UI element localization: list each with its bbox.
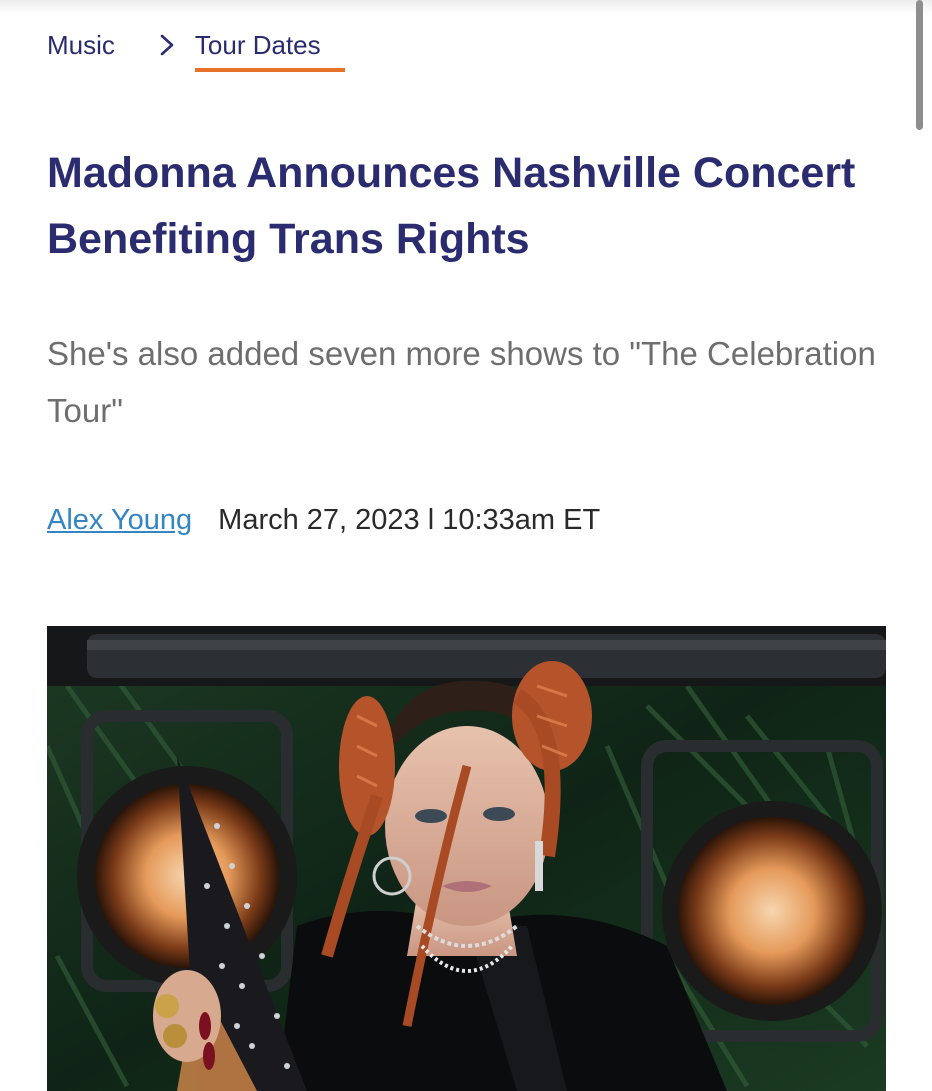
article-dek: She's also added seven more shows to "Th…: [47, 335, 876, 429]
hero-photo[interactable]: [47, 626, 886, 1091]
article-page: Music Tour Dates Madonna Announces Nashv…: [0, 0, 932, 1091]
publish-datetime: March 27, 2023 l 10:33am ET: [218, 503, 601, 536]
author-link[interactable]: Alex Young: [47, 504, 192, 537]
scrollbar[interactable]: [916, 0, 923, 130]
byline: Alex Young March 27, 2023 l 10:33am ET: [47, 498, 600, 542]
top-shadow: [0, 0, 932, 14]
breadcrumb-tour-dates-link[interactable]: Tour Dates: [194, 30, 345, 72]
breadcrumb: Music Tour Dates: [47, 30, 345, 80]
breadcrumb-music-link[interactable]: Music: [47, 30, 115, 60]
hero-photo-illustration: [47, 626, 886, 1091]
chevron-right-icon: [145, 30, 189, 60]
article-headline: Madonna Announces Nashville Concert Bene…: [47, 149, 856, 263]
